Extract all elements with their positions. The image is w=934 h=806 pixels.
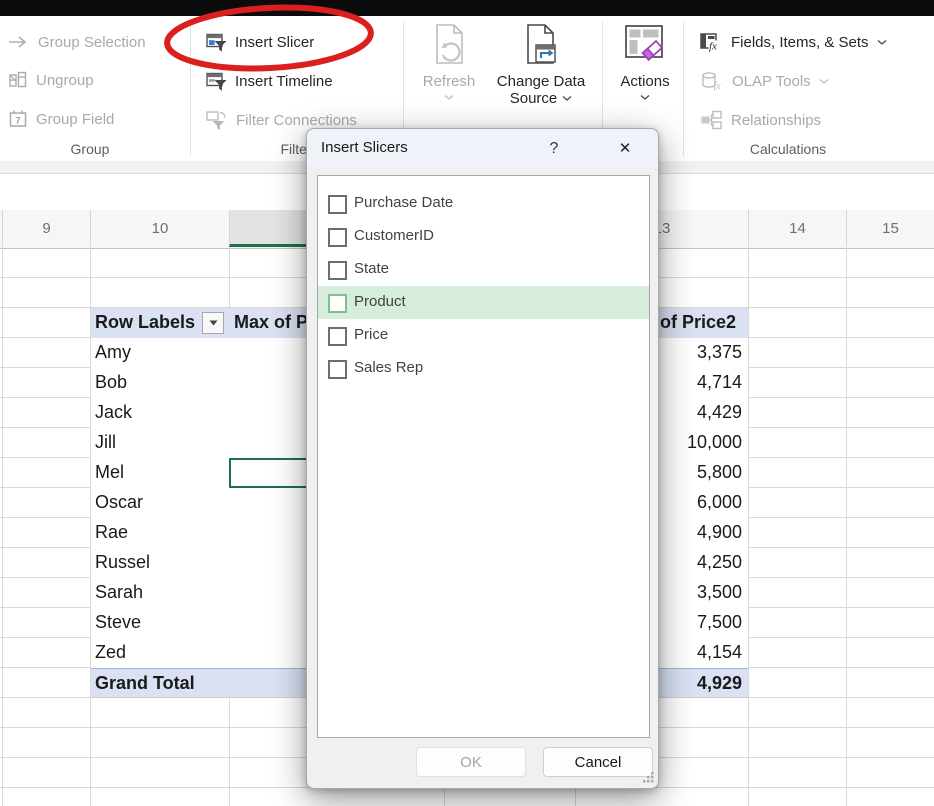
chevron-down-icon [640,94,650,101]
fields-items-sets-button[interactable]: fx Fields, Items, & Sets [700,30,887,54]
dialog-title-bar[interactable]: Insert Slicers ? ✕ [307,129,658,167]
gridline [846,248,847,806]
relationships-icon [700,110,723,130]
olap-tools-button[interactable]: fx OLAP Tools [701,69,829,93]
filter-connections-label: Filter Connections [236,112,357,129]
field-row-price[interactable]: Price [318,319,649,352]
column-header-14[interactable]: 14 [748,210,846,247]
actions-icon [623,23,667,73]
olap-tools-label: OLAP Tools [732,73,811,90]
chevron-down-icon [444,94,454,101]
refresh-button[interactable]: Refresh [418,23,480,101]
ribbon-separator [683,22,684,156]
relationships-button[interactable]: Relationships [700,108,821,132]
refresh-icon [431,23,467,73]
checkbox-price[interactable] [328,327,347,346]
insert-timeline-button[interactable]: Insert Timeline [206,69,333,93]
group-selection-button[interactable]: Group Selection [8,30,146,54]
resize-grip[interactable] [641,770,655,784]
checkbox-sales-rep[interactable] [328,360,347,379]
ungroup-label: Ungroup [36,72,94,89]
ungroup-icon [8,70,28,90]
change-data-source-icon [521,23,561,73]
insert-slicers-dialog: Insert Slicers ? ✕ Purchase Date Custome… [306,128,659,789]
refresh-label: Refresh [423,73,476,90]
row-labels-header[interactable]: Row Labels [95,312,195,333]
svg-text:fx: fx [709,41,717,53]
field-row-customerid[interactable]: CustomerID [318,220,649,253]
field-row-product[interactable]: Product [318,286,649,319]
relationships-label: Relationships [731,112,821,129]
slicer-field-list: Purchase Date CustomerID State Product P… [317,175,650,738]
change-data-source-label-2: Source [510,90,558,107]
actions-label: Actions [620,73,669,90]
help-button[interactable]: ? [542,137,566,161]
column-header-9[interactable]: 9 [2,210,90,247]
group-group-label: Group [40,141,140,157]
chevron-down-icon [562,95,572,102]
group-field-button[interactable]: 7 Group Field [8,107,114,131]
calculations-group-label: Calculations [738,141,838,157]
insert-timeline-label: Insert Timeline [235,73,333,90]
fields-items-sets-label: Fields, Items, & Sets [731,34,869,51]
olap-cylinder-fx-icon: fx [701,71,724,91]
ribbon-separator [190,22,191,156]
dialog-title: Insert Slicers [321,139,408,156]
actions-button[interactable]: Actions [616,23,674,101]
insert-timeline-icon [206,71,227,92]
insert-slicer-icon [206,32,227,53]
group-field-label: Group Field [36,111,114,128]
value2-column-header[interactable]: of Price2 [660,312,736,333]
window-top-strip [0,0,934,16]
field-row-state[interactable]: State [318,253,649,286]
arrow-right-icon [8,35,30,49]
fields-fx-icon: fx [700,32,723,52]
gridline [748,248,749,806]
chevron-down-icon [819,78,829,85]
checkbox-product[interactable] [328,294,347,313]
cancel-button[interactable]: Cancel [543,747,653,777]
field-row-purchase-date[interactable]: Purchase Date [318,187,649,220]
close-icon[interactable]: ✕ [612,137,638,161]
row-labels-filter-button[interactable] [202,312,224,334]
change-data-source-button[interactable]: Change Data Source [494,23,588,107]
excel-window: Group Selection Ungroup 7 Group Field Gr… [0,0,934,806]
gridline [2,248,3,806]
ok-button[interactable]: OK [416,747,526,777]
checkbox-customerid[interactable] [328,228,347,247]
ungroup-button[interactable]: Ungroup [8,68,94,92]
checkbox-purchase-date[interactable] [328,195,347,214]
insert-slicer-button[interactable]: Insert Slicer [206,30,314,54]
filter-connections-icon [206,110,228,131]
field-row-sales-rep[interactable]: Sales Rep [318,352,649,385]
change-data-source-label-1: Change Data [497,73,585,90]
dropdown-arrow-icon [209,320,218,326]
calendar-7-icon: 7 [8,109,28,129]
chevron-down-icon [877,39,887,46]
insert-slicer-label: Insert Slicer [235,34,314,51]
checkbox-state[interactable] [328,261,347,280]
column-header-15[interactable]: 15 [846,210,934,247]
svg-text:7: 7 [15,116,20,127]
svg-text:fx: fx [714,81,722,91]
group-selection-label: Group Selection [38,34,146,51]
column-header-10[interactable]: 10 [90,210,229,247]
